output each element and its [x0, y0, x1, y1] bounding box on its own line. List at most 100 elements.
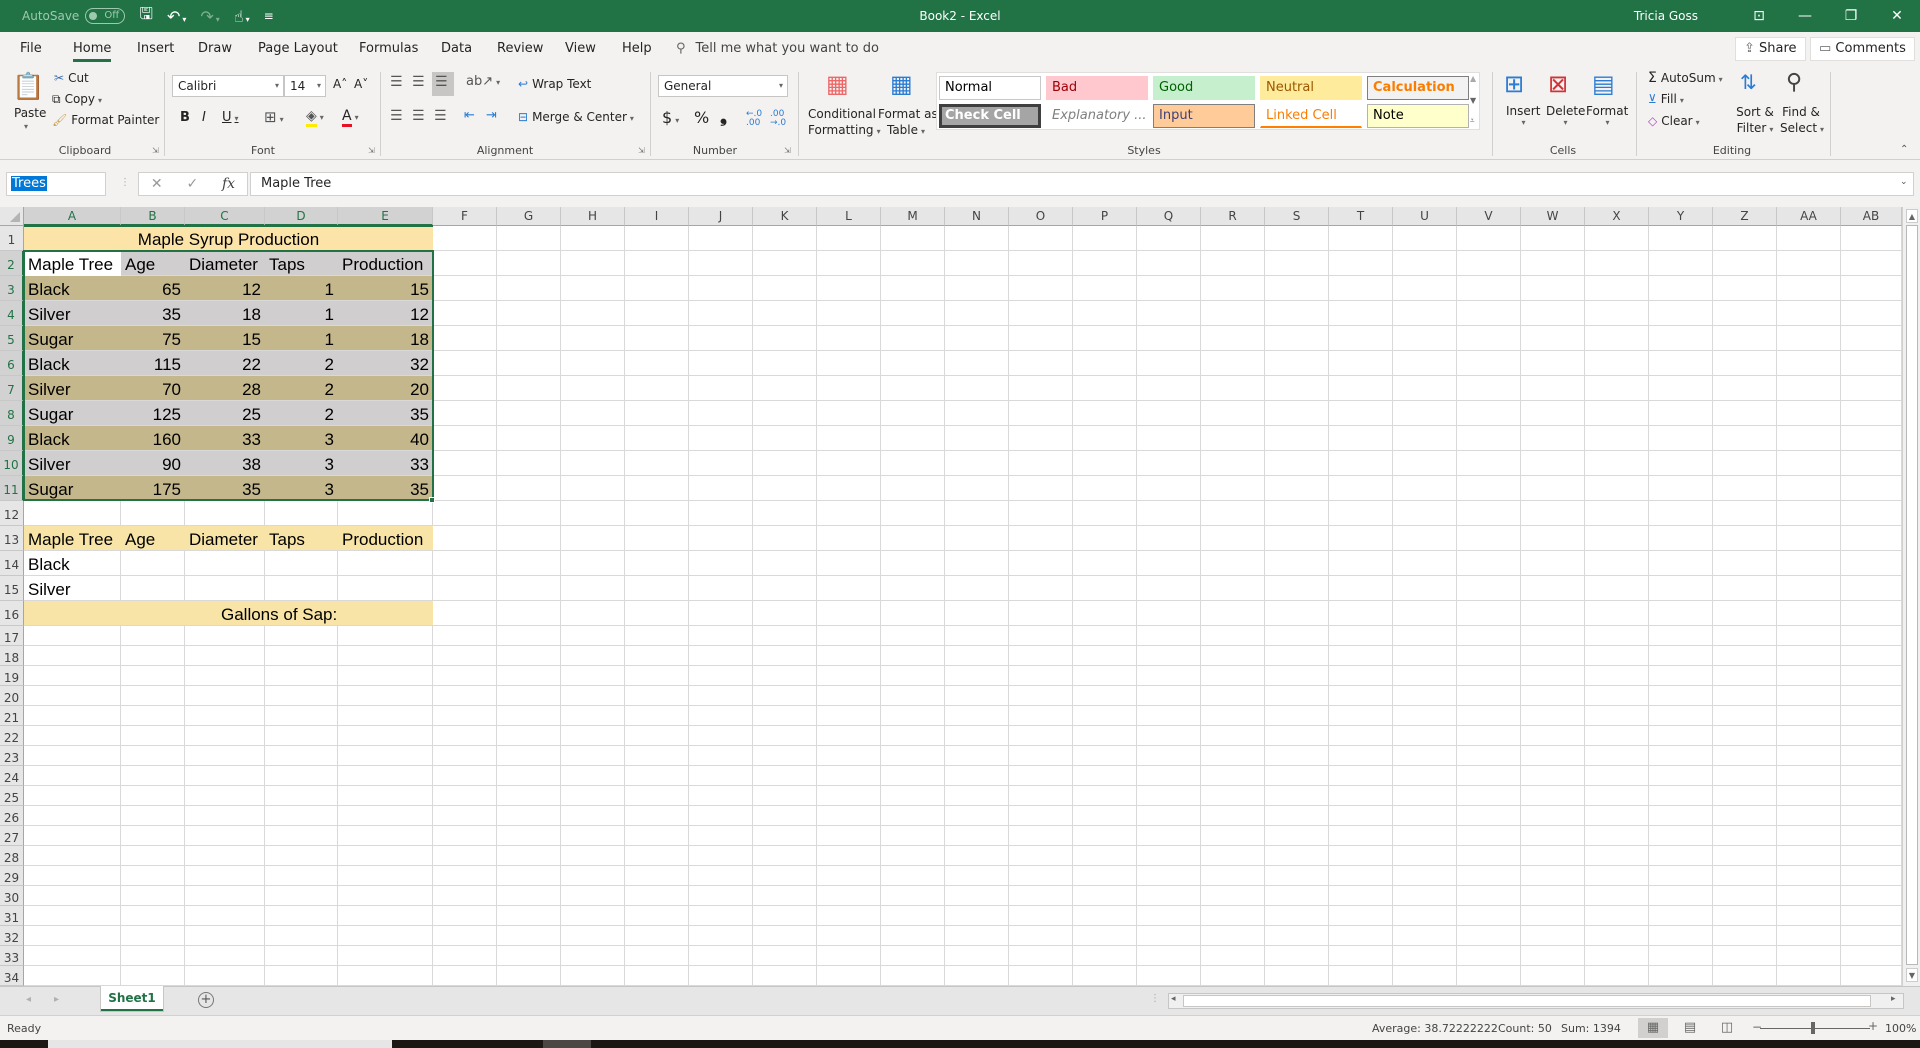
- number-cell[interactable]: 1: [265, 301, 338, 326]
- column-header-l[interactable]: L: [817, 207, 881, 226]
- row-header-18[interactable]: 18: [0, 646, 24, 666]
- horizontal-scrollbar[interactable]: ◂ ▸: [1168, 993, 1904, 1009]
- column-header-p[interactable]: P: [1073, 207, 1137, 226]
- number-cell[interactable]: 125: [121, 401, 185, 426]
- worksheet-grid[interactable]: A B C D E F G H I J K L M N O P Q R S T U V W X Y Z AA AB 123456789…: [0, 207, 1902, 986]
- row-header-31[interactable]: 31: [0, 906, 24, 926]
- user-name[interactable]: Tricia Goss: [1634, 0, 1698, 32]
- row-header-28[interactable]: 28: [0, 846, 24, 866]
- page-break-view-icon[interactable]: ◫: [1712, 1018, 1742, 1038]
- scroll-right-icon[interactable]: ▸: [1891, 994, 1896, 1004]
- style-calculation[interactable]: Calculation: [1367, 76, 1469, 100]
- row-header-13[interactable]: 13: [0, 526, 24, 551]
- autosum-button[interactable]: Σ AutoSum ▾: [1648, 70, 1723, 86]
- fill-color-button[interactable]: ◈ ▾: [306, 108, 324, 127]
- column-header-k[interactable]: K: [753, 207, 817, 226]
- row-header-12[interactable]: 12: [0, 501, 24, 526]
- horizontal-scroll-thumb[interactable]: [1183, 995, 1871, 1007]
- column-header-o[interactable]: O: [1009, 207, 1073, 226]
- paste-button[interactable]: Paste: [14, 106, 46, 120]
- merge-center-button[interactable]: ⊟ Merge & Center ▾: [518, 110, 634, 124]
- increase-indent-icon[interactable]: ⇥: [486, 108, 497, 123]
- collapse-ribbon-icon[interactable]: ⌃: [1900, 144, 1908, 155]
- column-header-a[interactable]: A: [24, 207, 121, 226]
- row-header-9[interactable]: 9: [0, 426, 24, 451]
- number-cell[interactable]: 2: [265, 401, 338, 426]
- column-header-y[interactable]: Y: [1649, 207, 1713, 226]
- column-header-n[interactable]: N: [945, 207, 1009, 226]
- column-header-g[interactable]: G: [497, 207, 561, 226]
- number-cell[interactable]: 15: [338, 276, 433, 301]
- tab-page-layout[interactable]: Page Layout: [258, 32, 338, 66]
- page-layout-view-icon[interactable]: ▤: [1675, 1018, 1705, 1038]
- row-header-27[interactable]: 27: [0, 826, 24, 846]
- number-cell[interactable]: 115: [121, 351, 185, 376]
- row-header-7[interactable]: 7: [0, 376, 24, 401]
- vertical-scrollbar[interactable]: ▲ ▼: [1902, 207, 1920, 986]
- number-cell[interactable]: 3: [265, 426, 338, 451]
- number-cell[interactable]: 32: [338, 351, 433, 376]
- header-cell[interactable]: Production: [338, 251, 433, 276]
- row-header-34[interactable]: 34: [0, 966, 24, 986]
- number-cell[interactable]: 35: [338, 401, 433, 426]
- cancel-entry-icon[interactable]: ✕: [151, 176, 163, 192]
- row-header-23[interactable]: 23: [0, 746, 24, 766]
- sheet-tab-sheet1[interactable]: Sheet1: [100, 986, 164, 1012]
- number-cell[interactable]: 3: [265, 451, 338, 476]
- style-good[interactable]: Good: [1153, 76, 1255, 100]
- style-note[interactable]: Note: [1367, 104, 1469, 128]
- column-header-t[interactable]: T: [1329, 207, 1393, 226]
- gallery-more-icon[interactable]: ⩡: [1470, 116, 1475, 126]
- style-input[interactable]: Input: [1153, 104, 1255, 128]
- taskbar-item[interactable]: [543, 1040, 591, 1048]
- decrease-indent-icon[interactable]: ⇤: [464, 108, 475, 123]
- scroll-up-icon[interactable]: ▲: [1906, 209, 1918, 223]
- tab-view[interactable]: View: [565, 32, 596, 66]
- number-cell[interactable]: 35: [121, 301, 185, 326]
- middle-align-icon[interactable]: ☰: [412, 74, 425, 90]
- row-header-3[interactable]: 3: [0, 276, 24, 301]
- tab-formulas[interactable]: Formulas: [359, 32, 418, 66]
- alignment-launcher-icon[interactable]: ⇲: [638, 146, 645, 155]
- header-cell[interactable]: Age: [121, 251, 185, 276]
- row-header-25[interactable]: 25: [0, 786, 24, 806]
- number-cell[interactable]: 28: [185, 376, 265, 401]
- number-cell[interactable]: 1: [265, 326, 338, 351]
- column-header-u[interactable]: U: [1393, 207, 1457, 226]
- orientation-icon[interactable]: ab↗ ▾: [466, 74, 500, 89]
- clear-button[interactable]: ◇ Clear ▾: [1648, 114, 1700, 128]
- redo-icon[interactable]: ↷ ▾: [200, 7, 219, 26]
- fill-handle[interactable]: [429, 497, 435, 503]
- number-cell[interactable]: 18: [185, 301, 265, 326]
- bottom-align-icon[interactable]: ☰: [432, 72, 454, 96]
- style-normal[interactable]: Normal: [939, 76, 1041, 100]
- row-header-29[interactable]: 29: [0, 866, 24, 886]
- comma-button[interactable]: ❟: [720, 106, 727, 127]
- number-launcher-icon[interactable]: ⇲: [784, 146, 791, 155]
- grow-font-button[interactable]: A˄: [333, 77, 347, 91]
- tab-review[interactable]: Review: [497, 32, 543, 66]
- restore-icon[interactable]: ❐: [1828, 0, 1874, 32]
- number-cell[interactable]: 25: [185, 401, 265, 426]
- number-cell[interactable]: 160: [121, 426, 185, 451]
- criteria-header-cell[interactable]: Diameter: [185, 526, 265, 551]
- insert-function-icon[interactable]: fx: [222, 176, 235, 192]
- style-linked-cell[interactable]: Linked Cell: [1260, 104, 1362, 128]
- number-cell[interactable]: 20: [338, 376, 433, 401]
- undo-icon[interactable]: ↶ ▾: [167, 7, 186, 26]
- name-box[interactable]: Trees: [6, 172, 106, 196]
- number-cell[interactable]: 33: [338, 451, 433, 476]
- number-cell[interactable]: 175: [121, 476, 185, 501]
- tree-type-cell[interactable]: Sugar: [24, 476, 121, 501]
- percent-button[interactable]: %: [694, 108, 709, 127]
- number-format-combo[interactable]: General ▾: [658, 75, 788, 97]
- fill-button[interactable]: ⊻ Fill ▾: [1648, 92, 1684, 106]
- column-header-i[interactable]: I: [625, 207, 689, 226]
- number-cell[interactable]: 90: [121, 451, 185, 476]
- row-header-26[interactable]: 26: [0, 806, 24, 826]
- column-header-s[interactable]: S: [1265, 207, 1329, 226]
- cut-button[interactable]: ✂ Cut: [54, 71, 89, 85]
- format-cells-button[interactable]: Format ▾: [1586, 104, 1628, 127]
- column-header-ab[interactable]: AB: [1841, 207, 1902, 226]
- borders-button[interactable]: ⊞ ▾: [264, 108, 284, 126]
